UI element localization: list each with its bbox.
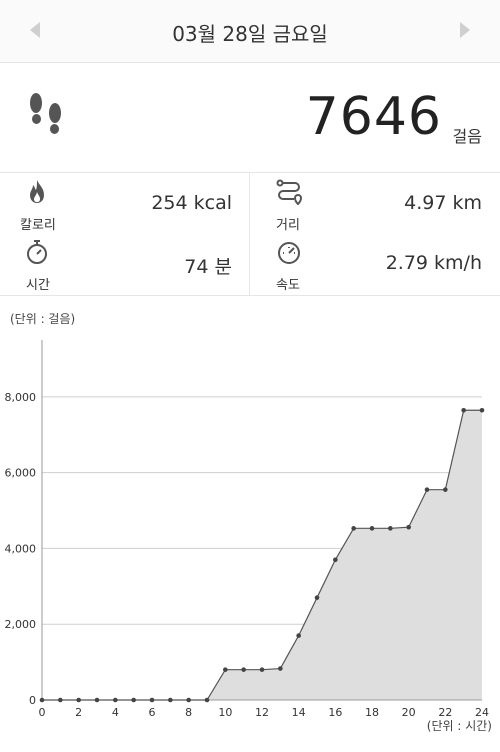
data-point: [168, 697, 173, 703]
data-point: [314, 595, 320, 600]
data-point: [39, 697, 45, 703]
stats-divider: [249, 173, 250, 295]
data-point: [241, 667, 246, 672]
data-point: [479, 407, 485, 413]
x-tick-label: 10: [218, 706, 232, 719]
x-tick-label: 12: [255, 706, 269, 719]
data-point: [461, 407, 466, 413]
distance-value: 4.97 km: [404, 192, 482, 214]
y-tick-label: 2,000: [5, 618, 37, 631]
x-tick-label: 8: [185, 706, 192, 719]
data-point: [351, 526, 356, 531]
date-title: 03월 28일 금요일: [172, 22, 328, 46]
time-value: 74 분: [184, 256, 232, 278]
steps-chart-svg: 02,0004,0006,0008,0000 2 4 6 8 10 12 14 16 18 20 22…: [5, 340, 492, 733]
x-tick-label: 16: [328, 706, 342, 719]
chart-y-unit: (단위 : 걸음): [10, 312, 76, 326]
calories-value: 254 kcal: [151, 192, 232, 214]
y-tick-label: 4,000: [5, 542, 37, 555]
speed-value: 2.79 km/h: [385, 252, 482, 274]
time-label: 시간: [26, 278, 50, 293]
footsteps-icon: [30, 93, 61, 134]
data-point: [186, 697, 191, 703]
chart-x-unit: (단위 : 시간): [427, 719, 492, 733]
data-point: [113, 697, 118, 703]
data-point: [223, 667, 228, 672]
y-tick-label: 0: [29, 694, 36, 707]
steps-unit: 걸음: [452, 127, 482, 146]
y-tick-label: 8,000: [5, 391, 37, 404]
speedometer-icon: [278, 242, 300, 264]
chevron-right-icon[interactable]: [460, 22, 470, 38]
data-point: [76, 697, 81, 703]
data-point: [443, 487, 448, 492]
data-point: [388, 526, 393, 531]
data-point: [278, 666, 283, 671]
stats-grid: 칼로리 254 kcal 거리 4.97 km 시간 74 분 속도 2.79 …: [0, 173, 500, 296]
steps-chart: 0 2,000 4,000 6,000 8,000 0 2 4 6 8 10 12 14 16 18 20 22…: [0, 330, 500, 752]
speed-label: 속도: [276, 278, 300, 293]
route-icon: [276, 179, 302, 205]
date-header: 03월 28일 금요일: [0, 0, 500, 63]
x-tick-label: 22: [438, 706, 452, 719]
data-point: [204, 697, 210, 703]
x-tick-label: 18: [365, 706, 379, 719]
area-fill: [42, 410, 482, 700]
data-point: [58, 697, 63, 703]
steps-panel: 7646 걸음: [0, 62, 500, 173]
y-tick-label: 6,000: [5, 467, 37, 480]
x-tick-label: 20: [402, 706, 416, 719]
stopwatch-icon: [27, 240, 47, 264]
data-point: [424, 487, 430, 492]
data-point: [333, 557, 338, 563]
data-point: [94, 697, 100, 703]
calories-label: 칼로리: [20, 218, 56, 233]
x-tick-label: 0: [39, 706, 46, 719]
x-tick-label: 24: [475, 706, 489, 719]
x-tick-label: 4: [112, 706, 119, 719]
steps-count: 7646: [305, 87, 442, 147]
data-point: [296, 633, 301, 638]
data-point: [259, 667, 265, 672]
x-tick-label: 14: [292, 706, 306, 719]
data-point: [149, 697, 155, 703]
data-point: [131, 697, 136, 703]
data-point: [369, 526, 375, 531]
x-tick-label: 6: [149, 706, 156, 719]
data-point: [406, 524, 411, 530]
flame-icon: [30, 180, 44, 203]
distance-label: 거리: [276, 218, 300, 233]
x-tick-label: 2: [75, 706, 82, 719]
